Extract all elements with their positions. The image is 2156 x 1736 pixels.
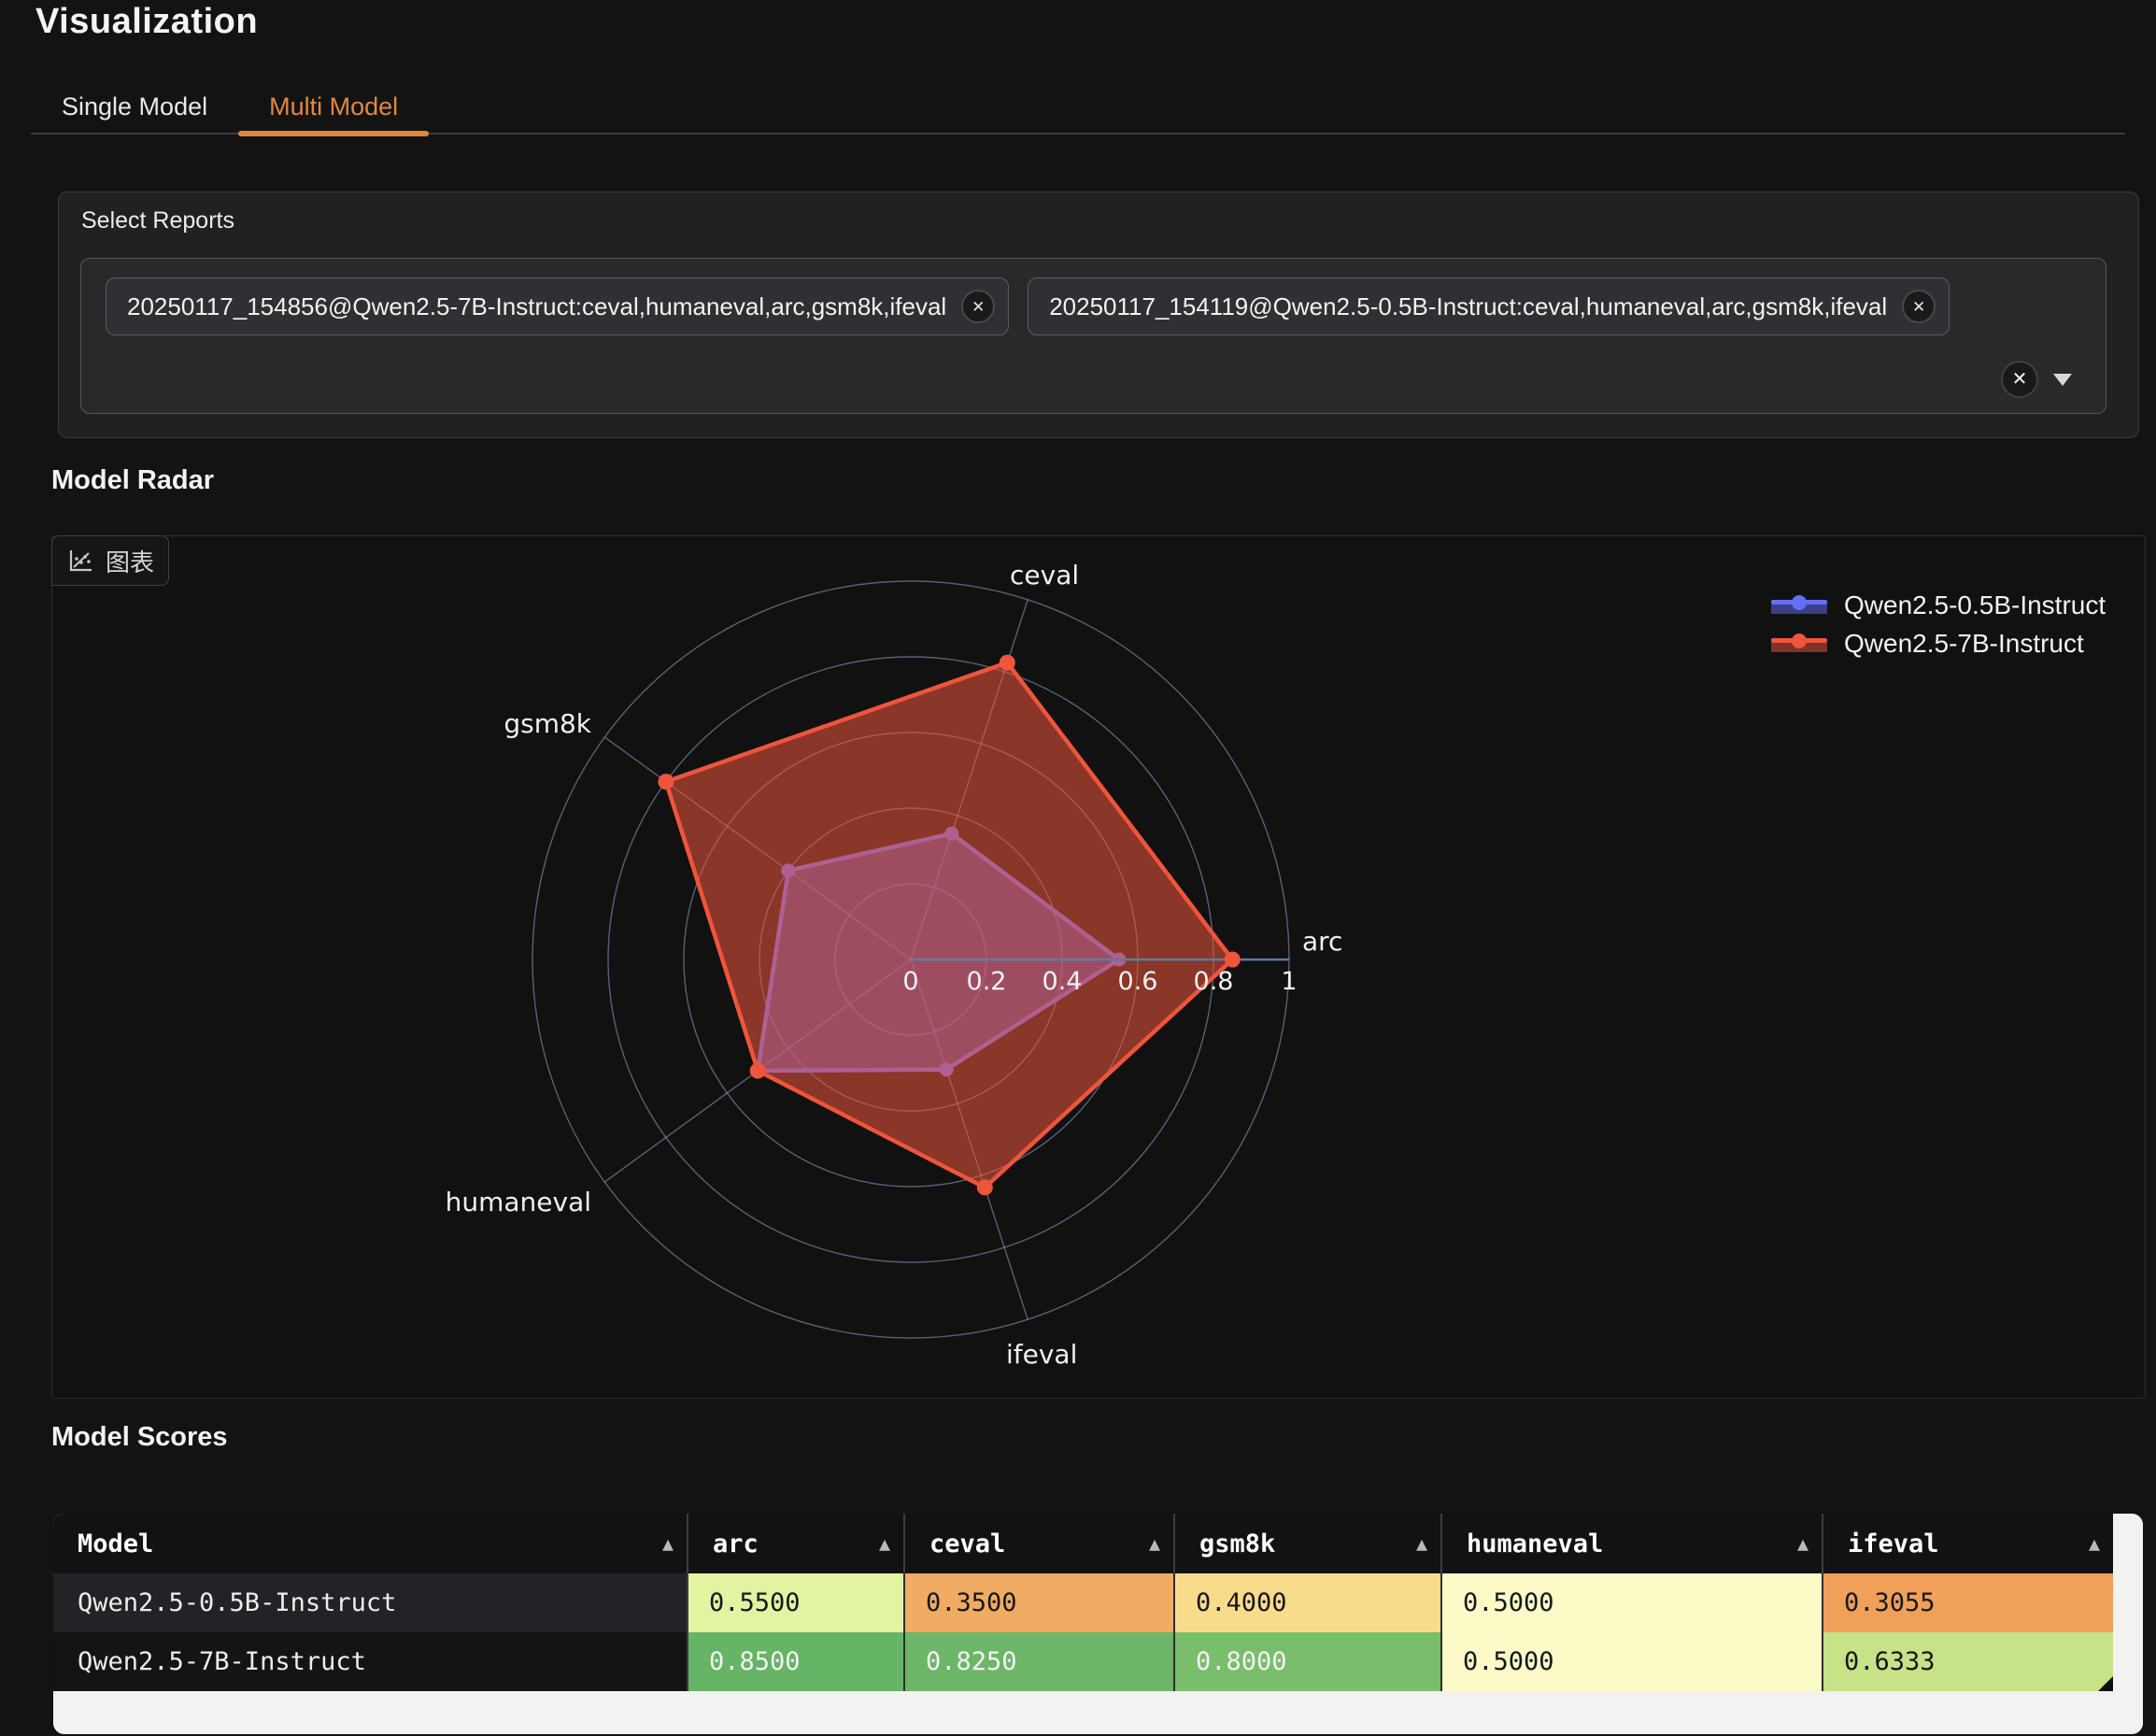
tab-multi-model[interactable]: Multi Model: [238, 82, 429, 133]
radar-area-qwen2-5-7b-instruct: [666, 662, 1232, 1188]
model-name-cell: Qwen2.5-7B-Instruct: [53, 1632, 688, 1691]
scores-grid: Model ▲ arc ▲ ceval ▲ gsm8k ▲ humaneval ▲ ifeval ▲ Q…: [53, 1514, 2113, 1691]
legend-label: Qwen2.5-7B-Instruct: [1844, 629, 2084, 659]
sort-ascending-icon[interactable]: ▲: [662, 1532, 674, 1555]
column-header-humaneval[interactable]: humaneval ▲: [1442, 1514, 1823, 1573]
column-header-label: arc: [713, 1530, 759, 1558]
column-header-label: ifeval: [1848, 1530, 1939, 1558]
page-title: Visualization: [35, 2, 258, 42]
reports-multiselect[interactable]: 20250117_154856@Qwen2.5-7B-Instruct:ceva…: [80, 258, 2106, 414]
column-header-ifeval[interactable]: ifeval ▲: [1823, 1514, 2113, 1573]
svg-text:0.8: 0.8: [1194, 967, 1234, 996]
multiselect-controls: ✕: [2001, 361, 2072, 398]
model-name-cell: Qwen2.5-0.5B-Instruct: [53, 1573, 688, 1632]
chip-remove-button[interactable]: ✕: [1902, 290, 1936, 323]
chart-tab-label: 图表: [106, 544, 154, 578]
column-header-ceval[interactable]: ceval ▲: [905, 1514, 1175, 1573]
svg-text:0.4: 0.4: [1043, 967, 1083, 996]
column-header-model[interactable]: Model ▲: [53, 1514, 688, 1573]
legend-item-qwen2-5-0-5b-instruct[interactable]: Qwen2.5-0.5B-Instruct: [1771, 591, 2106, 620]
chart-type-tab[interactable]: 图表: [51, 535, 169, 586]
clear-selection-button[interactable]: ✕: [2001, 361, 2038, 398]
score-cell-humaneval: 0.5000: [1442, 1632, 1823, 1691]
horizontal-scrollbar[interactable]: [53, 1691, 2143, 1734]
chip-remove-button[interactable]: ✕: [961, 290, 995, 323]
score-cell-gsm8k: 0.4000: [1175, 1573, 1442, 1632]
report-chip[interactable]: 20250117_154119@Qwen2.5-0.5B-Instruct:ce…: [1028, 277, 1950, 335]
sort-ascending-icon[interactable]: ▲: [1149, 1532, 1160, 1555]
tab-bar: Single ModelMulti Model: [31, 82, 2125, 135]
category-label-humaneval: humaneval: [446, 1187, 591, 1217]
sort-ascending-icon[interactable]: ▲: [879, 1532, 890, 1555]
score-cell-gsm8k: 0.8000: [1175, 1632, 1442, 1691]
column-header-label: ceval: [929, 1530, 1005, 1558]
svg-text:0: 0: [902, 967, 918, 996]
svg-text:0.6: 0.6: [1118, 967, 1158, 996]
category-label-arc: arc: [1302, 926, 1342, 957]
scatter-chart-icon: [66, 547, 94, 575]
tab-single-model[interactable]: Single Model: [31, 82, 238, 133]
score-cell-arc: 0.8500: [688, 1632, 905, 1691]
dropdown-caret-icon[interactable]: [2053, 374, 2072, 386]
legend-marker-icon: [1771, 636, 1827, 652]
radar-chart-panel: 图表 0 0.2 0.4 0.6 0.8 1arc ceval gsm8k humaneval i…: [51, 535, 2146, 1399]
model-radar-heading: Model Radar: [51, 465, 214, 496]
chart-legend: Qwen2.5-0.5B-Instruct Qwen2.5-7B-Instruct: [1771, 591, 2106, 659]
score-cell-ifeval: 0.6333: [1823, 1632, 2113, 1691]
report-chip-label: 20250117_154119@Qwen2.5-0.5B-Instruct:ce…: [1049, 292, 1887, 321]
score-cell-arc: 0.5500: [688, 1573, 905, 1632]
column-header-label: Model: [78, 1530, 153, 1558]
vertical-scrollbar[interactable]: [2113, 1514, 2143, 1691]
scores-table: Model ▲ arc ▲ ceval ▲ gsm8k ▲ humaneval ▲ ifeval ▲ Q…: [53, 1514, 2143, 1734]
model-scores-heading: Model Scores: [51, 1422, 228, 1453]
legend-marker-icon: [1771, 598, 1827, 614]
select-reports-label: Select Reports: [81, 207, 234, 235]
report-chip-label: 20250117_154856@Qwen2.5-7B-Instruct:ceva…: [127, 292, 946, 321]
category-label-ifeval: ifeval: [1006, 1339, 1077, 1370]
legend-label: Qwen2.5-0.5B-Instruct: [1844, 591, 2106, 620]
column-header-gsm8k[interactable]: gsm8k ▲: [1175, 1514, 1442, 1573]
sort-ascending-icon[interactable]: ▲: [1416, 1532, 1427, 1555]
category-label-gsm8k: gsm8k: [504, 708, 591, 739]
sort-ascending-icon[interactable]: ▲: [1797, 1532, 1808, 1555]
legend-item-qwen2-5-7b-instruct[interactable]: Qwen2.5-7B-Instruct: [1771, 629, 2106, 659]
sort-ascending-icon[interactable]: ▲: [2089, 1532, 2100, 1555]
score-cell-ifeval: 0.3055: [1823, 1573, 2113, 1632]
resize-corner-icon: [2098, 1676, 2113, 1691]
score-cell-humaneval: 0.5000: [1442, 1573, 1823, 1632]
svg-text:1: 1: [1281, 967, 1297, 996]
select-reports-panel: Select Reports 20250117_154856@Qwen2.5-7…: [58, 192, 2139, 438]
column-header-label: gsm8k: [1199, 1530, 1275, 1558]
selected-report-chips: 20250117_154856@Qwen2.5-7B-Instruct:ceva…: [106, 277, 1950, 335]
report-chip[interactable]: 20250117_154856@Qwen2.5-7B-Instruct:ceva…: [106, 277, 1009, 335]
radar-chart[interactable]: 0 0.2 0.4 0.6 0.8 1arc ceval gsm8k humaneval ifev…: [52, 536, 2145, 1398]
column-header-label: humaneval: [1467, 1530, 1603, 1558]
svg-text:0.2: 0.2: [967, 967, 1007, 996]
category-label-ceval: ceval: [1010, 560, 1079, 591]
clear-icon: ✕: [2012, 370, 2028, 389]
score-cell-ceval: 0.8250: [905, 1632, 1175, 1691]
score-cell-ceval: 0.3500: [905, 1573, 1175, 1632]
column-header-arc[interactable]: arc ▲: [688, 1514, 905, 1573]
